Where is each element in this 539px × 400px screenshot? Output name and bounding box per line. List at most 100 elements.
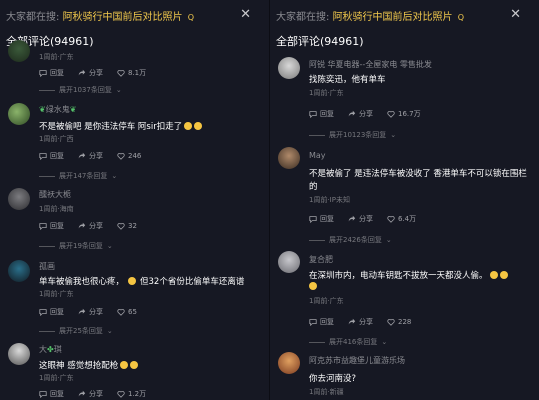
emoji-icon: [184, 122, 193, 130]
left-comment-panel: 大家都在搜: 阿秋骑行中国前后对比照片 Q ✕ 全部评论(94961) 1周前·…: [0, 0, 269, 400]
chevron-down-icon: ⌄: [111, 172, 118, 180]
comment-actions: 回复 分享 8.1万: [39, 68, 146, 78]
search-query-link[interactable]: 阿秋骑行中国前后对比照片: [63, 12, 183, 23]
comment-username[interactable]: 大✤琪: [39, 344, 62, 355]
avatar[interactable]: [278, 352, 300, 374]
leaf-icon: ✤: [47, 345, 54, 354]
like-button[interactable]: 228: [387, 318, 411, 326]
share-button[interactable]: 分享: [78, 68, 103, 78]
avatar[interactable]: [8, 103, 30, 125]
share-button[interactable]: 分享: [78, 389, 103, 399]
like-icon: [117, 152, 125, 160]
comment-item: 大✤琪 这眼神 感觉想抢配枪 1周前·广东 回复 分享 1.2万: [0, 341, 269, 400]
reply-icon: [309, 216, 317, 223]
avatar[interactable]: [278, 57, 300, 79]
like-button[interactable]: 8.1万: [117, 68, 146, 78]
comment-item: 阿锐 华夏电器--全屋家电 零售批发 找陈奕迅，他有单车 1周前·广东 回复 分…: [270, 57, 539, 142]
share-button[interactable]: 分享: [78, 307, 103, 317]
search-query-link[interactable]: 阿秋骑行中国前后对比照片: [333, 12, 453, 23]
comment-text: 你去河南没?: [309, 374, 357, 384]
expand-replies[interactable]: 展开19条回复 ⌄: [39, 241, 113, 251]
reply-button[interactable]: 回复: [39, 221, 64, 231]
comment-actions: 回复 分享 16.7万: [309, 109, 421, 119]
like-icon: [117, 69, 125, 77]
comment-text-continued: [309, 282, 317, 292]
comment-text: 不是被偷了 是违法停车被没收了 香港单车不可以锁在围栏: [309, 169, 527, 179]
avatar[interactable]: [278, 251, 300, 273]
comment-item: ❦绿水鬼❦ 不是被偷吧 是你违法停车 阿sir扣走了 1周前·广西 回复 分享 …: [0, 101, 269, 181]
share-icon: [78, 222, 86, 229]
comment-actions: 回复 分享 65: [39, 307, 137, 317]
comment-username[interactable]: 醺祆大栀: [39, 189, 71, 200]
comment-meta: 1周前·IP未知: [309, 196, 350, 204]
like-button[interactable]: 1.2万: [117, 389, 146, 399]
reply-button[interactable]: 回复: [39, 307, 64, 317]
expand-replies[interactable]: 展开147条回复 ⌄: [39, 171, 117, 181]
search-suggestion-bar[interactable]: 大家都在搜: 阿秋骑行中国前后对比照片 Q ✕: [276, 7, 533, 24]
reply-button[interactable]: 回复: [39, 389, 64, 399]
emoji-icon: [489, 271, 498, 279]
emoji-icon: [120, 361, 129, 369]
share-button[interactable]: 分享: [78, 221, 103, 231]
reply-button[interactable]: 回复: [309, 109, 334, 119]
comment-meta: 1周前·广东: [309, 297, 344, 305]
expand-replies[interactable]: 展开1037条回复 ⌄: [39, 85, 122, 95]
close-icon[interactable]: ✕: [510, 7, 521, 22]
chevron-down-icon: ⌄: [106, 327, 113, 335]
close-icon[interactable]: ✕: [240, 7, 251, 22]
search-hint-icon: Q: [457, 13, 465, 22]
comment-meta: 1周前·海南: [39, 205, 74, 213]
comment-meta: 1周前·广东: [39, 53, 74, 61]
reply-button[interactable]: 回复: [309, 214, 334, 224]
comment-username[interactable]: 阿克苏市益趣堡儿童游乐场: [309, 355, 405, 366]
comment-username[interactable]: 复合肥: [309, 254, 333, 265]
comment-username[interactable]: 孤画: [39, 261, 55, 272]
like-button[interactable]: 246: [117, 152, 141, 160]
reply-icon: [39, 70, 47, 77]
chevron-down-icon: ⌄: [390, 131, 397, 139]
like-icon: [387, 318, 395, 326]
share-button[interactable]: 分享: [348, 214, 373, 224]
comment-text: 找陈奕迅，他有单车: [309, 75, 386, 85]
comment-text: 在深圳市内，电动车钥匙不拔放一天都没人偷。: [309, 269, 508, 281]
like-button[interactable]: 6.4万: [387, 214, 416, 224]
avatar[interactable]: [8, 343, 30, 365]
reply-button[interactable]: 回复: [39, 68, 64, 78]
comment-meta: 1周前·广西: [39, 135, 74, 143]
share-icon: [78, 69, 86, 76]
expand-replies[interactable]: 展开25条回复 ⌄: [39, 326, 113, 336]
share-button[interactable]: 分享: [348, 317, 373, 327]
comment-username[interactable]: ❦绿水鬼❦: [39, 104, 76, 115]
share-icon: [348, 215, 356, 222]
like-button[interactable]: 32: [117, 222, 137, 230]
comment-username[interactable]: 阿锐 华夏电器--全屋家电 零售批发: [309, 59, 432, 70]
share-icon: [78, 152, 86, 159]
avatar[interactable]: [8, 260, 30, 282]
reply-button[interactable]: 回复: [39, 151, 64, 161]
leaf-icon: ❦: [39, 105, 46, 114]
expand-replies[interactable]: 展开416条回复 ⌄: [309, 337, 387, 347]
comment-item: 孤画 单车被偷我也很心疼， 但32个省份比偷单车还离谱 1周前·广东 回复 分享 …: [0, 258, 269, 338]
expand-replies[interactable]: 展开10123条回复 ⌄: [309, 130, 396, 140]
comment-username[interactable]: May: [309, 151, 326, 160]
avatar[interactable]: [8, 40, 30, 62]
share-icon: [348, 110, 356, 117]
search-suggestion-bar[interactable]: 大家都在搜: 阿秋骑行中国前后对比照片 Q ✕: [6, 7, 263, 24]
avatar[interactable]: [8, 188, 30, 210]
reply-icon: [39, 223, 47, 230]
reply-button[interactable]: 回复: [309, 317, 334, 327]
share-icon: [78, 390, 86, 397]
share-button[interactable]: 分享: [348, 109, 373, 119]
share-button[interactable]: 分享: [78, 151, 103, 161]
reply-icon: [39, 309, 47, 316]
emoji-icon: [499, 271, 508, 279]
like-button[interactable]: 16.7万: [387, 109, 421, 119]
avatar[interactable]: [278, 147, 300, 169]
like-button[interactable]: 65: [117, 308, 137, 316]
comment-actions: 回复 分享 6.4万: [309, 214, 416, 224]
comment-item: 1周前·广东 回复 分享 8.1万 展开1037条回复 ⌄: [0, 40, 269, 100]
comment-meta: 1周前·广东: [39, 374, 74, 382]
emoji-icon: [194, 122, 203, 130]
chevron-down-icon: ⌄: [381, 338, 388, 346]
expand-replies[interactable]: 展开2426条回复 ⌄: [309, 235, 392, 245]
